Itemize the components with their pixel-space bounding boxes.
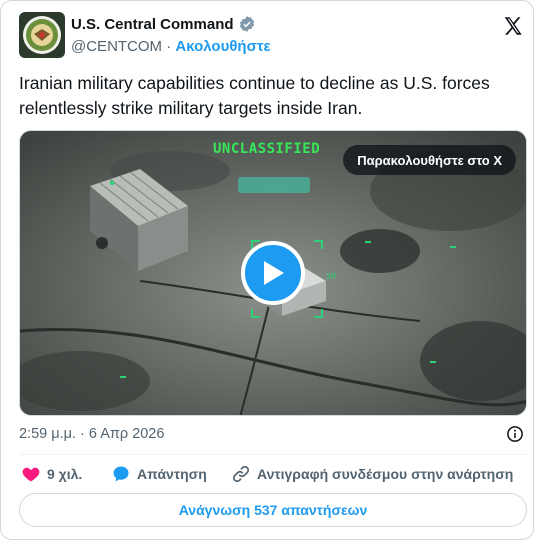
x-logo-icon[interactable] bbox=[502, 15, 524, 37]
author-name[interactable]: U.S. Central Command bbox=[71, 16, 234, 33]
handle-row: @CENTCOM · Ακολουθήστε bbox=[71, 38, 271, 55]
divider bbox=[19, 454, 527, 455]
tweet-timestamp[interactable]: 2:59 μ.μ. · 6 Απρ 2026 bbox=[19, 426, 164, 442]
play-icon bbox=[264, 261, 284, 285]
verified-badge-icon bbox=[239, 16, 254, 32]
reply-label: Απάντηση bbox=[137, 466, 207, 482]
hud-label: 5M bbox=[326, 272, 336, 281]
play-button[interactable] bbox=[241, 241, 305, 305]
watch-on-x-button[interactable]: Παρακολουθήστε στο X bbox=[343, 145, 516, 175]
author-handle[interactable]: @CENTCOM bbox=[71, 38, 162, 55]
copy-link-button[interactable]: Αντιγραφή συνδέσμου στην ανάρτηση bbox=[231, 463, 513, 485]
author-name-row[interactable]: U.S. Central Command bbox=[71, 15, 256, 33]
like-count: 9 χιλ. bbox=[47, 466, 83, 482]
centcom-seal-icon bbox=[23, 16, 61, 54]
info-icon[interactable] bbox=[506, 425, 524, 443]
tweet-text: Iranian military capabilities continue t… bbox=[19, 73, 490, 118]
copy-link-label: Αντιγραφή συνδέσμου στην ανάρτηση bbox=[257, 466, 514, 482]
unclassified-overlay: UNCLASSIFIED bbox=[213, 141, 321, 157]
read-replies-button[interactable]: Ανάγνωση 537 απαντήσεων bbox=[19, 493, 527, 527]
author-avatar[interactable] bbox=[19, 12, 65, 58]
video-thumbnail[interactable]: 5M UNCLASSIFIED Παρακολουθήστε στο X bbox=[19, 130, 527, 416]
tweet-card: U.S. Central Command @CENTCOM · Ακολουθή… bbox=[0, 0, 534, 540]
follow-button[interactable]: Ακολουθήστε bbox=[175, 38, 270, 55]
reply-button[interactable]: Απάντηση bbox=[111, 463, 207, 485]
reply-bubble-icon bbox=[113, 466, 129, 482]
like-button[interactable]: 9 χιλ. bbox=[21, 463, 82, 485]
handle-separator: · bbox=[162, 38, 176, 55]
link-icon bbox=[232, 465, 250, 483]
heart-icon bbox=[22, 467, 40, 482]
